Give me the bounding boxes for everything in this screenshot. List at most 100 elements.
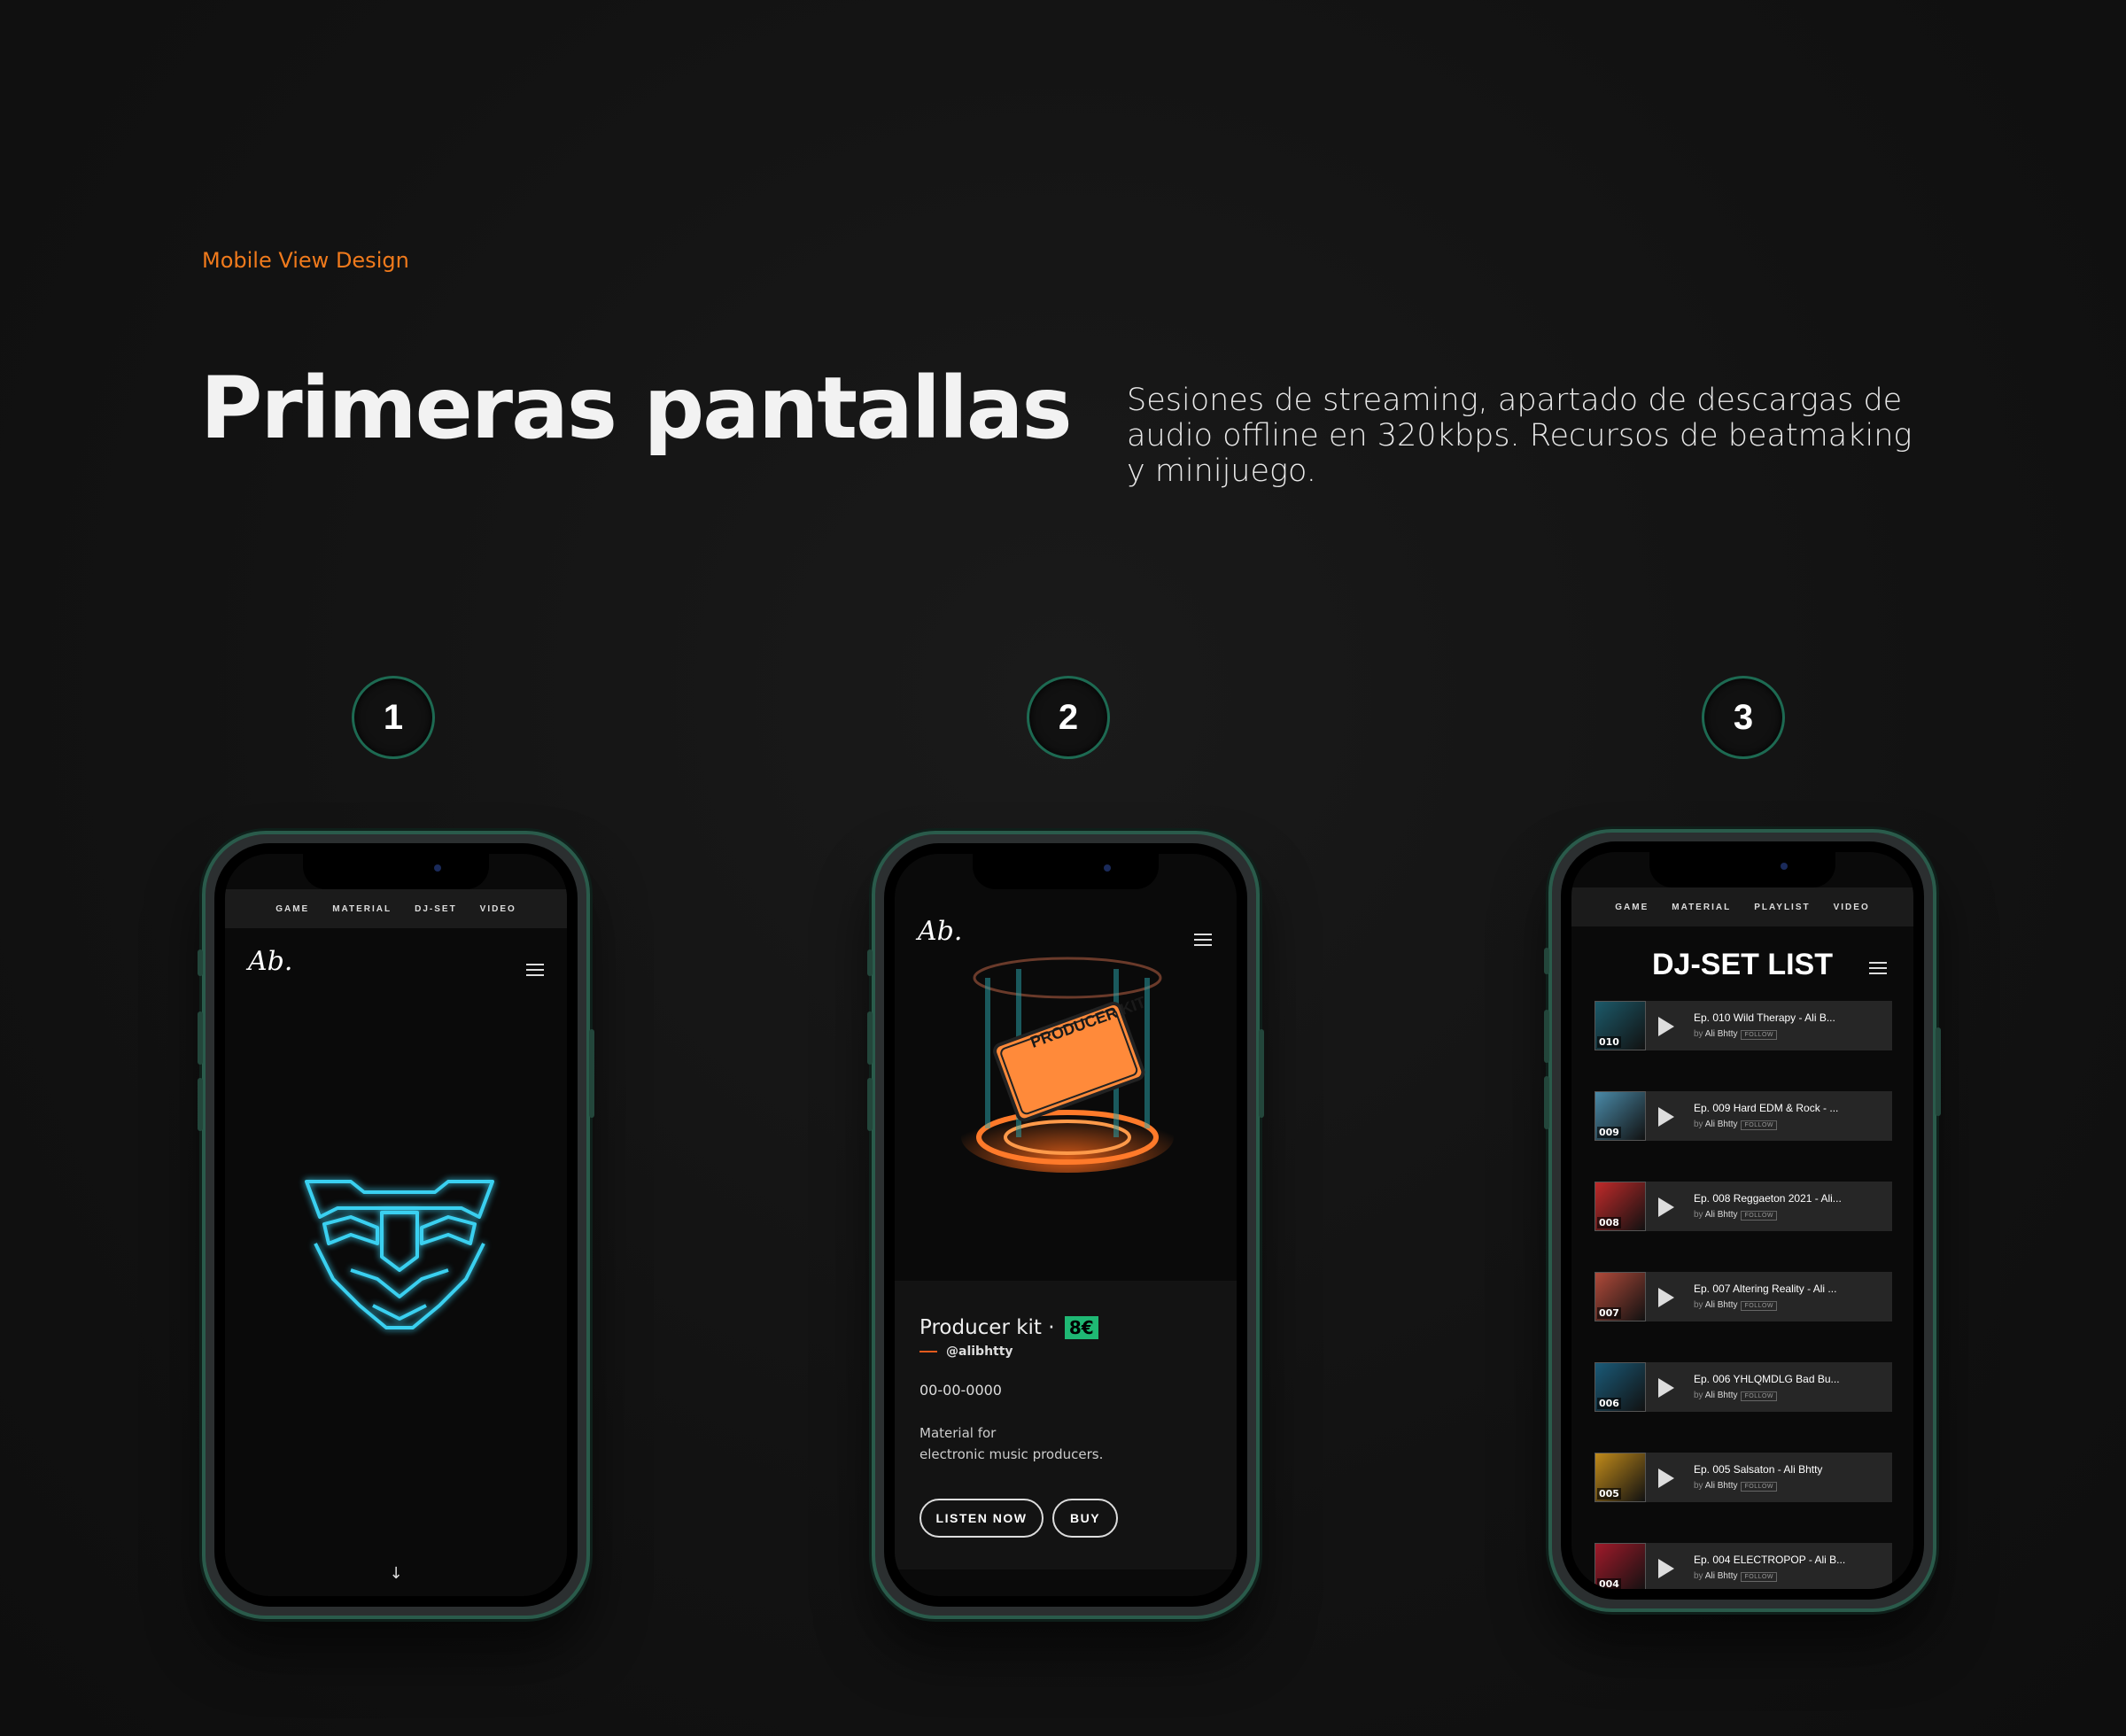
description-line-1: Material for [919,1425,997,1441]
follow-button[interactable]: FOLLOW [1741,1211,1778,1221]
dj-set-list-item[interactable]: 007 Ep. 007 Altering Reality - Ali ... by … [1594,1272,1892,1321]
episode-thumbnail[interactable]: 010 [1594,1001,1646,1050]
step-badge-3: 3 [1702,676,1785,759]
nav-dj-set[interactable]: DJ-SET [415,904,457,914]
episode-number: 009 [1597,1127,1621,1138]
episode-title[interactable]: Ep. 006 YHLQMDLG Bad Bu... [1694,1373,1840,1385]
product-title: Producer kit · 8€ [919,1316,1098,1339]
nav-playlist[interactable]: PLAYLIST [1754,903,1810,912]
phone-mockup-1: GAME MATERIAL DJ-SET VIDEO Ab. ↓ [198,831,594,1619]
follow-button[interactable]: FOLLOW [1741,1482,1778,1492]
top-nav: GAME MATERIAL PLAYLIST VIDEO [1571,887,1913,926]
price-badge: 8€ [1064,1316,1098,1339]
dj-set-list-item[interactable]: 006 Ep. 006 YHLQMDLG Bad Bu... by Ali Bhtt… [1594,1362,1892,1412]
episode-thumbnail[interactable]: 006 [1594,1362,1646,1412]
product-description: Material for electronic music producers. [919,1422,1103,1465]
episode-thumbnail[interactable]: 007 [1594,1272,1646,1321]
play-icon[interactable] [1658,1378,1674,1398]
nav-material[interactable]: MATERIAL [1672,903,1731,912]
play-icon[interactable] [1658,1017,1674,1036]
by-label: by [1694,1029,1703,1039]
hamburger-menu-icon[interactable] [526,964,544,976]
episode-byline: by Ali Bhtty FOLLOW [1694,1029,1778,1040]
artist-link[interactable]: Ali Bhtty [1705,1120,1738,1129]
episode-thumbnail[interactable]: 009 [1594,1091,1646,1141]
by-label: by [1694,1481,1703,1491]
episode-thumbnail[interactable]: 005 [1594,1453,1646,1502]
episode-title[interactable]: Ep. 009 Hard EDM & Rock - ... [1694,1102,1838,1114]
by-label: by [1694,1210,1703,1220]
episode-byline: by Ali Bhtty FOLLOW [1694,1120,1778,1130]
episode-byline: by Ali Bhtty FOLLOW [1694,1571,1778,1582]
episode-number: 004 [1597,1578,1621,1589]
hamburger-menu-icon[interactable] [1194,934,1212,946]
play-icon[interactable] [1658,1197,1674,1217]
buy-button[interactable]: BUY [1052,1499,1118,1538]
by-label: by [1694,1120,1703,1129]
episode-title[interactable]: Ep. 008 Reggaeton 2021 - Ali... [1694,1192,1842,1205]
artist-link[interactable]: Ali Bhtty [1705,1029,1738,1039]
episode-number: 007 [1597,1307,1621,1319]
brand-logo[interactable]: Ab. [248,946,292,977]
play-icon[interactable] [1658,1107,1674,1127]
nav-game[interactable]: GAME [1615,903,1649,912]
play-icon[interactable] [1658,1559,1674,1578]
step-badge-1: 1 [352,676,435,759]
episode-number: 005 [1597,1488,1621,1500]
scroll-down-arrow-icon[interactable]: ↓ [225,1564,567,1583]
dj-set-list-item[interactable]: 005 Ep. 005 Salsaton - Ali Bhtty by Ali Bh… [1594,1453,1892,1502]
top-nav: GAME MATERIAL DJ-SET VIDEO [225,889,567,928]
episode-title[interactable]: Ep. 007 Altering Reality - Ali ... [1694,1283,1836,1295]
artist-link[interactable]: Ali Bhtty [1705,1571,1738,1581]
hamburger-menu-icon[interactable] [1869,962,1887,974]
follow-button[interactable]: FOLLOW [1741,1572,1778,1582]
episode-number: 008 [1597,1217,1621,1228]
follow-button[interactable]: FOLLOW [1741,1391,1778,1401]
episode-number: 010 [1597,1036,1621,1048]
page-title: Primeras pantallas [200,359,1073,458]
episode-title[interactable]: Ep. 004 ELECTROPOP - Ali B... [1694,1554,1845,1566]
episode-byline: by Ali Bhtty FOLLOW [1694,1481,1778,1492]
play-icon[interactable] [1658,1288,1674,1307]
screen-home: GAME MATERIAL DJ-SET VIDEO Ab. ↓ [225,854,567,1596]
episode-byline: by Ali Bhtty FOLLOW [1694,1210,1778,1221]
listen-now-button[interactable]: LISTEN NOW [919,1499,1044,1538]
by-label: by [1694,1571,1703,1581]
brand-logo[interactable]: Ab. [918,916,962,947]
episode-number: 006 [1597,1398,1621,1409]
artist-link[interactable]: Ali Bhtty [1705,1300,1738,1310]
author-handle[interactable]: @alibhtty [919,1345,1013,1359]
episode-title[interactable]: Ep. 005 Salsaton - Ali Bhtty [1694,1463,1822,1476]
dj-set-list-item[interactable]: 010 Ep. 010 Wild Therapy - Ali B... by Ali… [1594,1001,1892,1050]
product-name: Producer kit · [919,1316,1055,1339]
dj-set-list-item[interactable]: 008 Ep. 008 Reggaeton 2021 - Ali... by Ali… [1594,1182,1892,1231]
nav-video[interactable]: VIDEO [480,904,516,914]
artist-link[interactable]: Ali Bhtty [1705,1481,1738,1491]
phone-mockup-2: Ab. PRODUCER KIT Producer kit · 8€ @alib… [867,831,1264,1619]
play-icon[interactable] [1658,1469,1674,1488]
producer-kit-hologram-image [961,957,1174,1173]
follow-button[interactable]: FOLLOW [1741,1301,1778,1311]
episode-byline: by Ali Bhtty FOLLOW [1694,1391,1778,1401]
follow-button[interactable]: FOLLOW [1741,1030,1778,1040]
by-label: by [1694,1300,1703,1310]
screen-producer-kit: Ab. PRODUCER KIT Producer kit · 8€ @alib… [895,854,1237,1596]
product-panel: Producer kit · 8€ @alibhtty 00-00-0000 M… [895,1281,1237,1569]
episode-title[interactable]: Ep. 010 Wild Therapy - Ali B... [1694,1011,1835,1024]
by-label: by [1694,1391,1703,1400]
artist-link[interactable]: Ali Bhtty [1705,1210,1738,1220]
eyebrow-label: Mobile View Design [202,248,409,273]
dj-set-list-item[interactable]: 009 Ep. 009 Hard EDM & Rock - ... by Ali B… [1594,1091,1892,1141]
screen-dj-set-list: GAME MATERIAL PLAYLIST VIDEO DJ-SET LIST… [1571,852,1913,1589]
episode-thumbnail[interactable]: 004 [1594,1543,1646,1589]
step-badge-2: 2 [1027,676,1110,759]
follow-button[interactable]: FOLLOW [1741,1120,1778,1130]
episode-byline: by Ali Bhtty FOLLOW [1694,1300,1778,1311]
nav-video[interactable]: VIDEO [1834,903,1870,912]
dj-set-list-item[interactable]: 004 Ep. 004 ELECTROPOP - Ali B... by Ali B… [1594,1543,1892,1589]
nav-material[interactable]: MATERIAL [332,904,392,914]
episode-thumbnail[interactable]: 008 [1594,1182,1646,1231]
page-description: Sesiones de streaming, apartado de desca… [1127,383,1913,489]
artist-link[interactable]: Ali Bhtty [1705,1391,1738,1400]
nav-game[interactable]: GAME [275,904,309,914]
